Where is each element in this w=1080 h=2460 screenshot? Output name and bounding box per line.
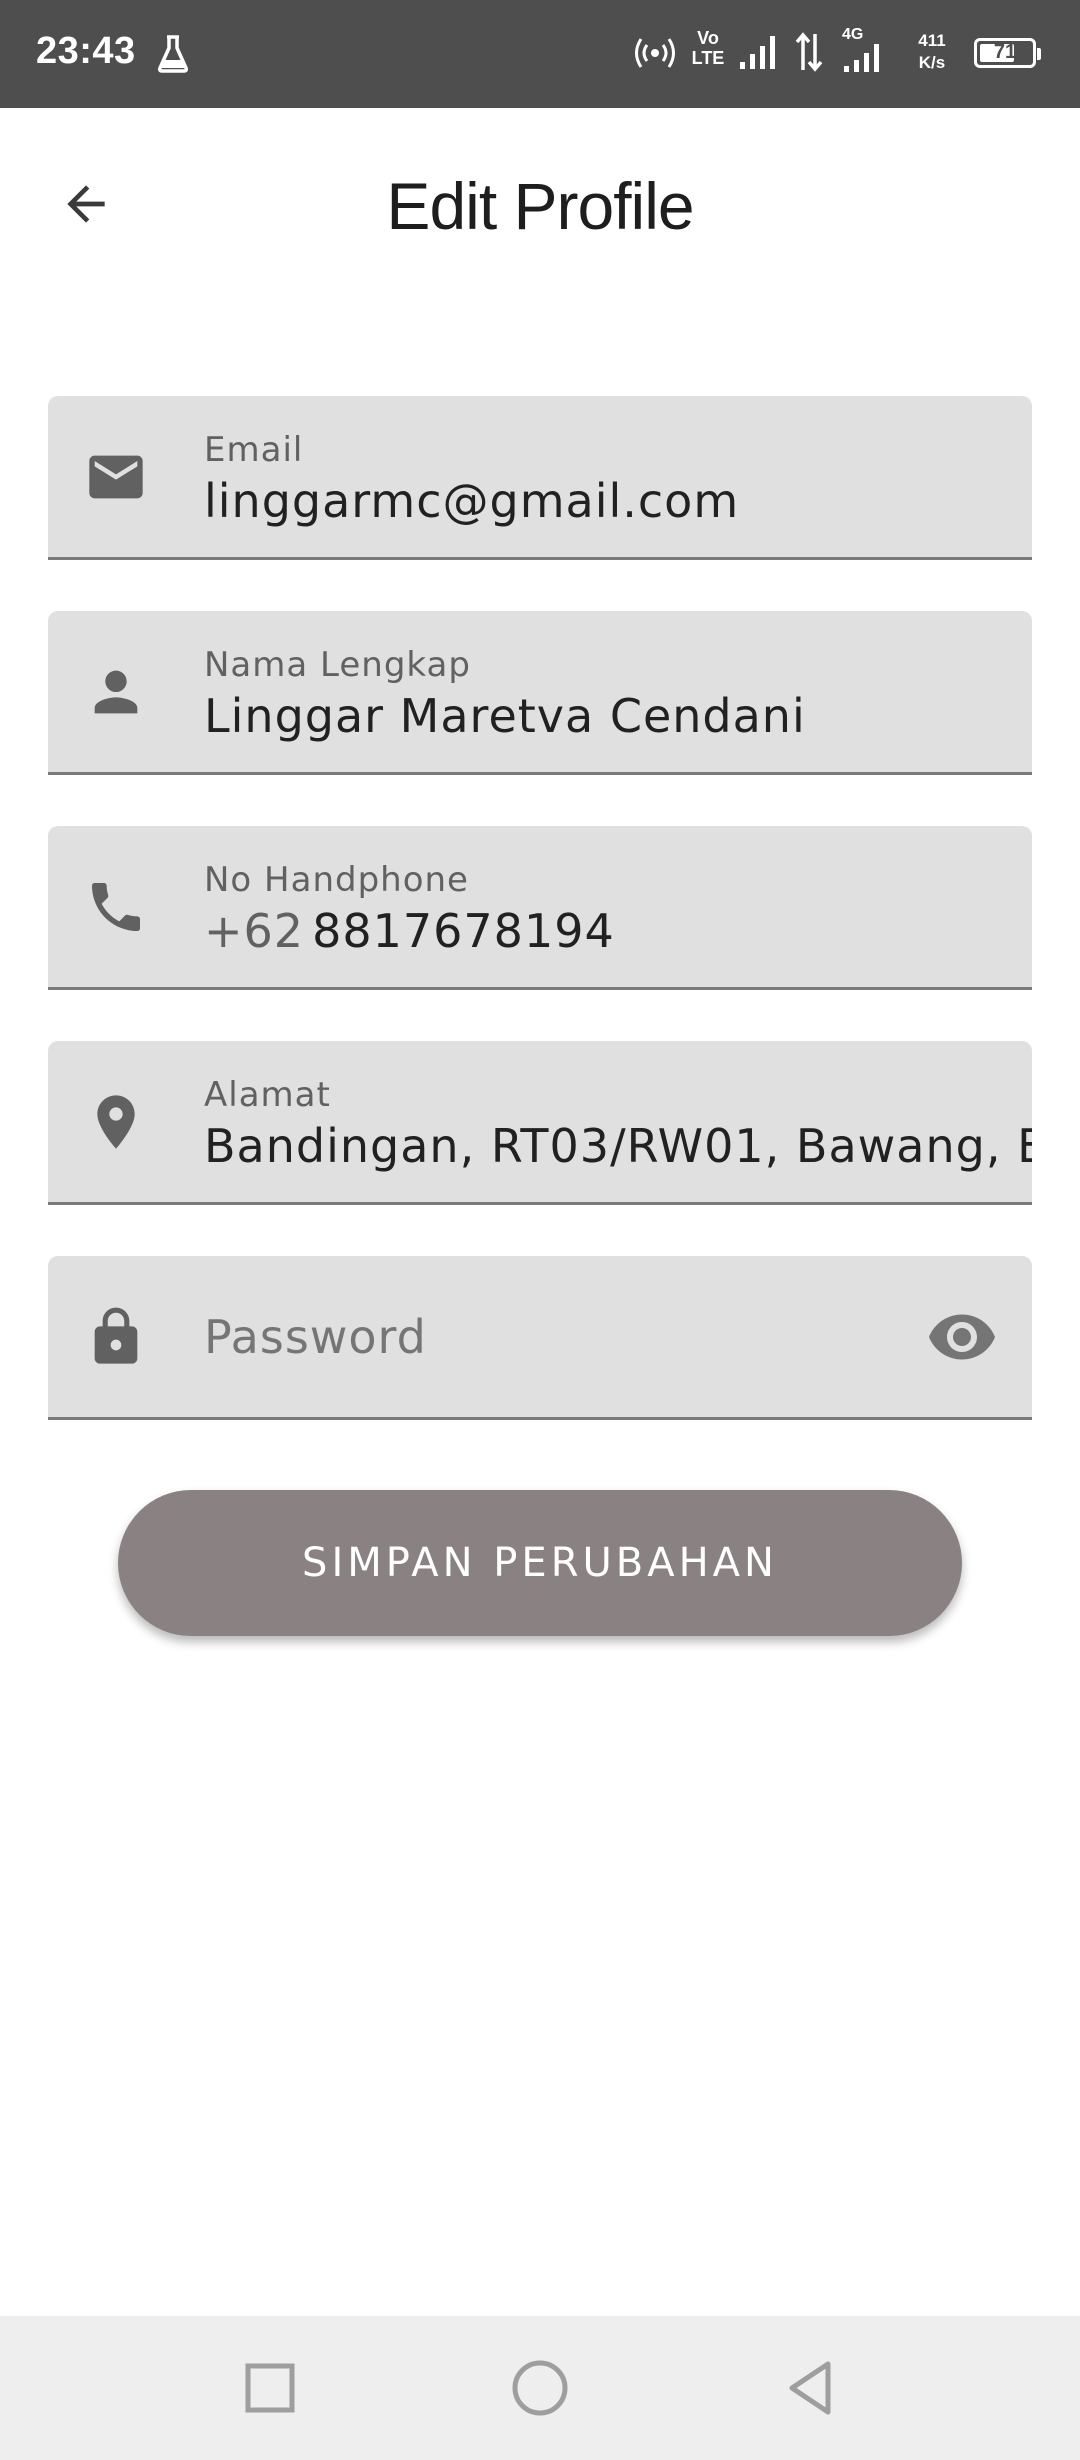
volte-top: Vo	[697, 28, 719, 48]
battery-level: 71	[993, 41, 1017, 63]
phone-prefix: +62	[204, 904, 305, 958]
address-value[interactable]: Bandingan, RT03/RW01, Bawang, B	[204, 1119, 1032, 1173]
email-icon	[84, 445, 148, 509]
status-icons: Vo LTE 4G 411 K/s 71	[634, 26, 1044, 82]
volte-indicator: Vo LTE	[684, 28, 732, 68]
signal-icon-2	[844, 44, 888, 78]
phone-value[interactable]: 8817678194	[312, 904, 615, 958]
email-value[interactable]: linggarmc@gmail.com	[204, 474, 984, 528]
eye-icon	[929, 1314, 995, 1359]
home-button[interactable]	[504, 2352, 576, 2424]
password-placeholder[interactable]: Password	[204, 1310, 427, 1364]
full-name-label: Nama Lengkap	[204, 645, 471, 685]
full-name-value[interactable]: Linggar Maretva Cendani	[204, 689, 984, 743]
page-title: Edit Profile	[386, 169, 694, 243]
status-time: 23:43	[36, 30, 136, 72]
speed-value: 411	[918, 31, 946, 50]
location-pin-icon	[84, 1090, 148, 1154]
phone-field[interactable]: No Handphone +62 8817678194	[48, 826, 1032, 990]
phone-value-row[interactable]: +62 8817678194	[204, 904, 984, 958]
address-label: Alamat	[204, 1075, 331, 1115]
email-field[interactable]: Email linggarmc@gmail.com	[48, 396, 1032, 560]
network-type: 4G	[842, 26, 864, 43]
full-name-field[interactable]: Nama Lengkap Linggar Maretva Cendani	[48, 611, 1032, 775]
speed-unit: K/s	[918, 53, 946, 72]
phone-icon	[84, 875, 148, 939]
navigation-bar	[0, 2316, 1080, 2460]
triangle-back-icon	[789, 2361, 831, 2415]
battery-icon: 71	[974, 38, 1041, 68]
data-transfer-icon	[794, 32, 824, 76]
circle-icon	[512, 2360, 568, 2416]
recent-apps-button[interactable]	[234, 2352, 306, 2424]
email-label: Email	[204, 430, 304, 470]
square-icon	[245, 2363, 295, 2413]
password-field[interactable]: Password	[48, 1256, 1032, 1420]
save-changes-button[interactable]: SIMPAN PERUBAHAN	[118, 1490, 962, 1636]
hotspot-icon	[634, 36, 676, 74]
person-icon	[84, 660, 148, 724]
status-bar: 23:43 Vo LTE 4G 411 K/s 71	[0, 0, 1080, 108]
lock-icon	[84, 1305, 148, 1369]
address-field[interactable]: Alamat Bandingan, RT03/RW01, Bawang, B	[48, 1041, 1032, 1205]
phone-label: No Handphone	[204, 860, 469, 900]
toggle-password-visibility[interactable]	[922, 1297, 1002, 1377]
volte-bottom: LTE	[691, 48, 725, 68]
network-speed: 411 K/s	[902, 30, 962, 74]
signal-icon	[740, 34, 780, 74]
back-nav-button[interactable]	[774, 2352, 846, 2424]
flask-icon	[156, 34, 190, 78]
